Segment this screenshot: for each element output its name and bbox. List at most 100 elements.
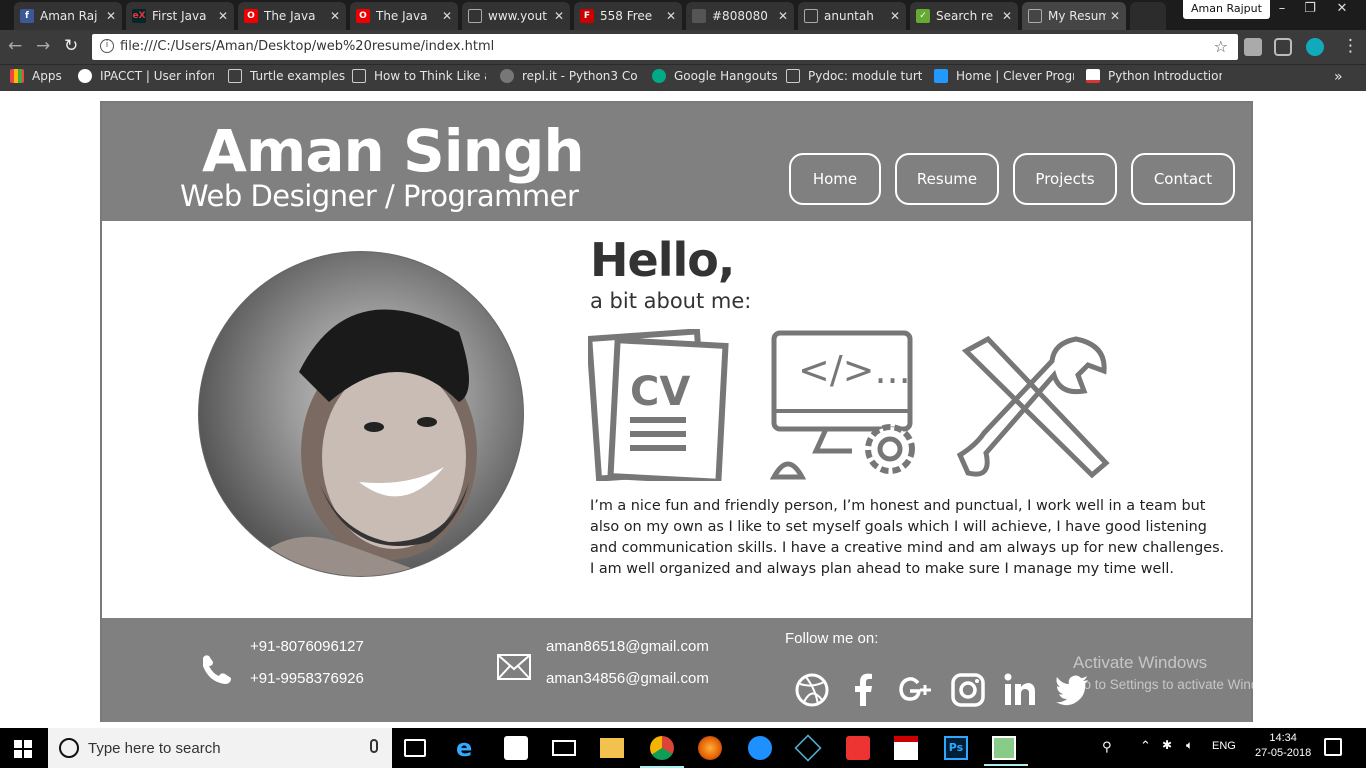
page-icon	[468, 9, 482, 23]
dribbble-icon[interactable]	[794, 672, 830, 708]
volume-icon[interactable]: 🔈︎	[1186, 738, 1193, 753]
photoshop-icon[interactable]: Ps	[944, 736, 968, 760]
taskbar-search-box[interactable]: Type here to search	[48, 728, 392, 768]
tab-10-active[interactable]: My Resum ✕	[1022, 2, 1126, 30]
tab-1[interactable]: f Aman Raj ✕	[14, 2, 122, 30]
store-icon[interactable]	[504, 736, 528, 760]
nav-resume-button[interactable]: Resume	[895, 153, 999, 205]
close-tab-icon[interactable]: ✕	[890, 9, 900, 23]
edge-icon[interactable]: e	[456, 736, 480, 760]
forward-icon[interactable]: →	[36, 36, 50, 56]
phone-number: +91-8076096127	[250, 638, 364, 655]
tab-7[interactable]: #808080 ✕	[686, 2, 794, 30]
clock[interactable]: 14:34 27-05-2018	[1255, 731, 1311, 761]
tab-6[interactable]: F 558 Free ✕	[574, 2, 682, 30]
phone-icon	[203, 655, 231, 684]
tab-3[interactable]: O The Java ✕	[238, 2, 346, 30]
google-plus-icon[interactable]	[898, 672, 934, 708]
language-indicator[interactable]: ENG	[1212, 740, 1236, 752]
restore-icon[interactable]: ❐	[1296, 0, 1324, 20]
resume-header: Aman Singh Web Designer / Programmer Hom…	[102, 103, 1251, 221]
bookmark-item[interactable]: repl.it - Python3 Con	[500, 69, 638, 83]
info-icon[interactable]: i	[100, 39, 114, 53]
bookmark-item[interactable]: Pydoc: module turtle	[786, 69, 922, 83]
tab-8[interactable]: anuntah ✕	[798, 2, 906, 30]
chevron-up-icon[interactable]: ⌃	[1140, 739, 1151, 754]
extension-icon[interactable]	[1274, 38, 1292, 56]
tab-4[interactable]: O The Java ✕	[350, 2, 458, 30]
page-icon	[786, 69, 800, 83]
tab-strip: f Aman Raj ✕ eX First Java ✕ O The Java ✕ O The…	[0, 0, 1366, 30]
bookmark-item[interactable]: How to Think Like a	[352, 69, 486, 83]
facebook-icon[interactable]	[846, 672, 882, 708]
bookmark-item[interactable]: Turtle examples	[228, 69, 345, 83]
nav-home-button[interactable]: Home	[789, 153, 881, 205]
new-tab-button[interactable]	[1130, 2, 1166, 30]
more-bookmarks-icon[interactable]: »	[1334, 69, 1343, 85]
close-tab-icon[interactable]: ✕	[1002, 9, 1012, 23]
acrobat-icon[interactable]	[894, 736, 918, 760]
bookmark-apps[interactable]: Apps	[10, 69, 62, 83]
mail-icon	[497, 654, 531, 680]
close-tab-icon[interactable]: ✕	[1110, 9, 1120, 23]
network-icon[interactable]: ✱	[1162, 738, 1172, 752]
anydesk-icon[interactable]	[846, 736, 870, 760]
phone-number: +91-9958376926	[250, 670, 364, 687]
task-view-icon[interactable]	[404, 739, 426, 757]
close-tab-icon[interactable]: ✕	[778, 9, 788, 23]
email-address[interactable]: aman34856@gmail.com	[546, 670, 709, 687]
cv-icon: CV	[588, 329, 729, 481]
close-tab-icon[interactable]: ✕	[106, 9, 116, 23]
tab-5[interactable]: www.yout ✕	[462, 2, 570, 30]
notifications-icon[interactable]	[1324, 738, 1342, 756]
tab-2[interactable]: eX First Java ✕	[126, 2, 234, 30]
address-bar[interactable]: i file:///C:/Users/Aman/Desktop/web%20re…	[92, 34, 1238, 60]
job-title: Web Designer / Programmer	[180, 179, 579, 213]
color-icon	[692, 9, 706, 23]
svg-text:</>...: </>...	[798, 348, 911, 392]
svg-text:CV: CV	[630, 369, 690, 415]
windows-start-icon[interactable]	[14, 740, 32, 758]
nav-projects-button[interactable]: Projects	[1013, 153, 1117, 205]
gmail-icon	[1086, 69, 1100, 83]
bookmark-item[interactable]: Home | Clever Progr	[934, 69, 1074, 83]
close-window-icon[interactable]: ✕	[1328, 0, 1356, 20]
bookmark-item[interactable]: Python Introduction	[1086, 69, 1222, 83]
mail-app-icon[interactable]	[552, 740, 576, 756]
firefox-icon[interactable]	[698, 736, 722, 760]
about-subheading: a bit about me:	[590, 289, 752, 313]
instagram-icon[interactable]	[950, 672, 986, 708]
close-tab-icon[interactable]: ✕	[442, 9, 452, 23]
shield-icon[interactable]	[1244, 38, 1262, 56]
notepad-icon[interactable]	[984, 736, 1028, 766]
close-tab-icon[interactable]: ✕	[554, 9, 564, 23]
virtualbox-icon[interactable]	[794, 734, 822, 762]
activate-windows-subtitle: Go to Settings to activate Windows.	[1073, 677, 1287, 692]
profile-button[interactable]: Aman Rajput	[1183, 0, 1270, 19]
people-icon[interactable]: ⚲	[1102, 740, 1112, 755]
toolbar: ← → ↻ i file:///C:/Users/Aman/Desktop/we…	[0, 30, 1366, 64]
follow-label: Follow me on:	[785, 630, 879, 647]
nav-contact-button[interactable]: Contact	[1131, 153, 1235, 205]
email-address[interactable]: aman86518@gmail.com	[546, 638, 709, 655]
profile-photo	[198, 251, 524, 577]
close-tab-icon[interactable]: ✕	[666, 9, 676, 23]
file-explorer-icon[interactable]	[600, 738, 624, 758]
linkedin-icon[interactable]	[1002, 672, 1038, 708]
minimize-icon[interactable]: –	[1268, 0, 1296, 20]
m-extension-icon[interactable]	[1306, 38, 1324, 56]
reload-icon[interactable]: ↻	[64, 36, 78, 56]
bookmark-item[interactable]: IPACCT | User inform	[78, 69, 214, 83]
bookmark-item[interactable]: Google Hangouts	[652, 69, 778, 83]
tab-9[interactable]: ✓ Search re ✕	[910, 2, 1018, 30]
close-tab-icon[interactable]: ✕	[218, 9, 228, 23]
close-tab-icon[interactable]: ✕	[330, 9, 340, 23]
chrome-icon[interactable]	[640, 736, 684, 768]
menu-icon[interactable]: ⋮	[1342, 36, 1359, 56]
microphone-icon[interactable]	[370, 739, 378, 753]
hangouts-icon	[652, 69, 666, 83]
back-icon[interactable]: ←	[8, 36, 22, 56]
bookmark-star-icon[interactable]: ☆	[1214, 37, 1228, 56]
url-text[interactable]: file:///C:/Users/Aman/Desktop/web%20resu…	[120, 39, 494, 54]
sync-icon[interactable]	[748, 736, 772, 760]
